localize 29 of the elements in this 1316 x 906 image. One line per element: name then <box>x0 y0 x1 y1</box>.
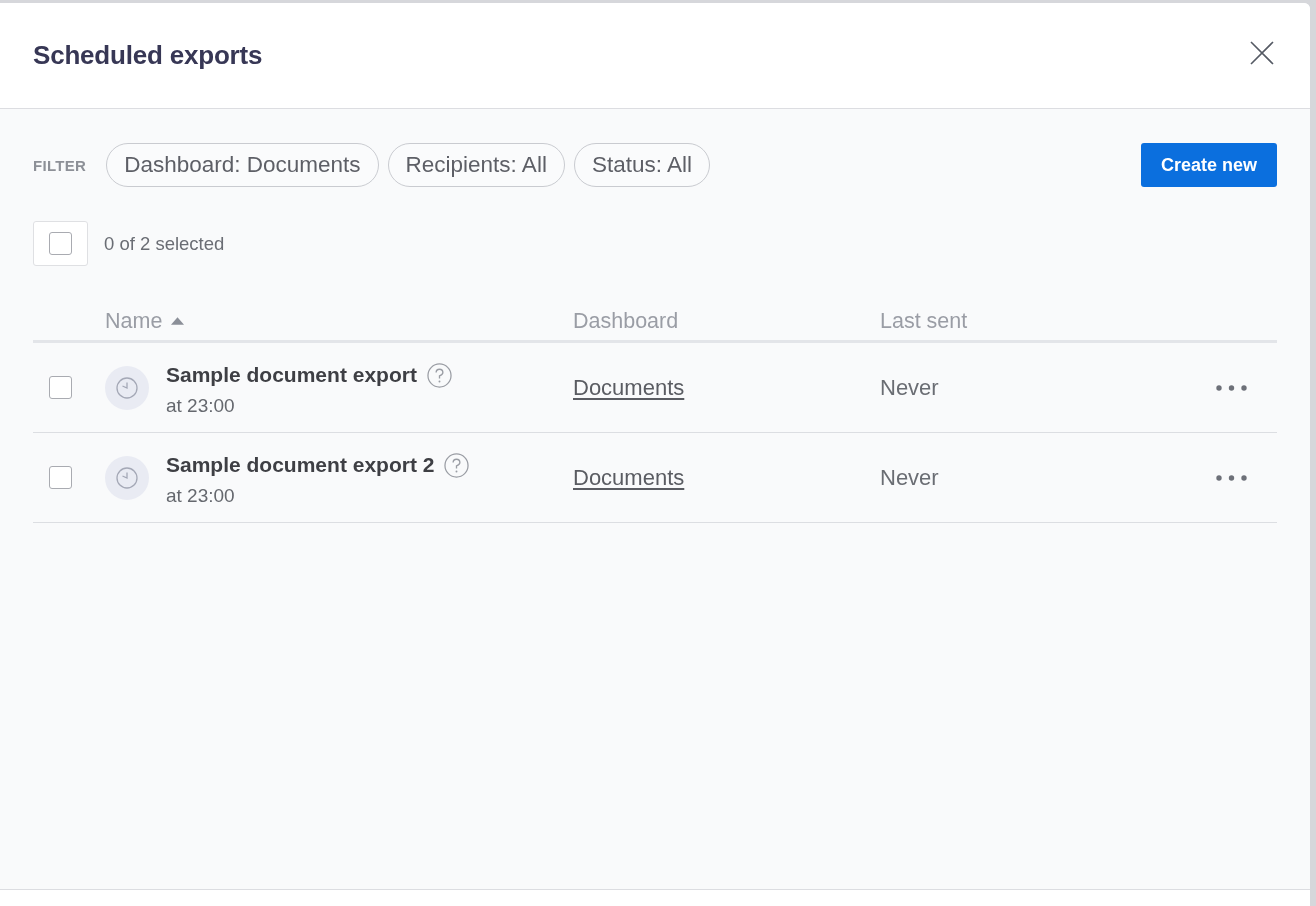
more-icon <box>1216 474 1247 481</box>
more-icon <box>1216 384 1247 391</box>
row-checkbox[interactable] <box>49 376 72 399</box>
create-new-button[interactable]: Create new <box>1140 143 1277 187</box>
close-button[interactable] <box>1250 40 1274 65</box>
help-icon[interactable] <box>444 452 470 478</box>
select-all-control[interactable] <box>33 221 88 266</box>
filter-label: FILTER <box>33 156 87 174</box>
filter-chip[interactable]: Status: All <box>573 143 710 187</box>
export-name: Sample document export <box>166 363 417 387</box>
schedule-time: at 23:00 <box>166 394 236 417</box>
clock-icon <box>105 455 149 500</box>
dashboard-link[interactable]: Documents <box>573 464 685 490</box>
dialog-title: Scheduled exports <box>33 40 263 71</box>
filter-chip[interactable]: Recipients: All <box>387 143 565 187</box>
more-options-button[interactable] <box>1216 384 1247 391</box>
last-sent-text: Never <box>880 464 939 490</box>
more-options-button[interactable] <box>1216 474 1247 481</box>
clock-icon <box>105 365 149 410</box>
selection-count: 0 of 2 selected <box>104 232 225 255</box>
dashboard-link[interactable]: Documents <box>573 374 685 400</box>
filter-chip[interactable]: Dashboard: Documents <box>106 143 379 187</box>
export-name: Sample document export 2 <box>166 453 435 477</box>
last-sent-text: Never <box>880 374 939 400</box>
row-checkbox[interactable] <box>49 466 72 489</box>
close-icon <box>1250 40 1274 65</box>
checkbox[interactable] <box>49 232 72 255</box>
help-icon[interactable] <box>426 362 452 388</box>
schedule-time: at 23:00 <box>166 484 236 507</box>
